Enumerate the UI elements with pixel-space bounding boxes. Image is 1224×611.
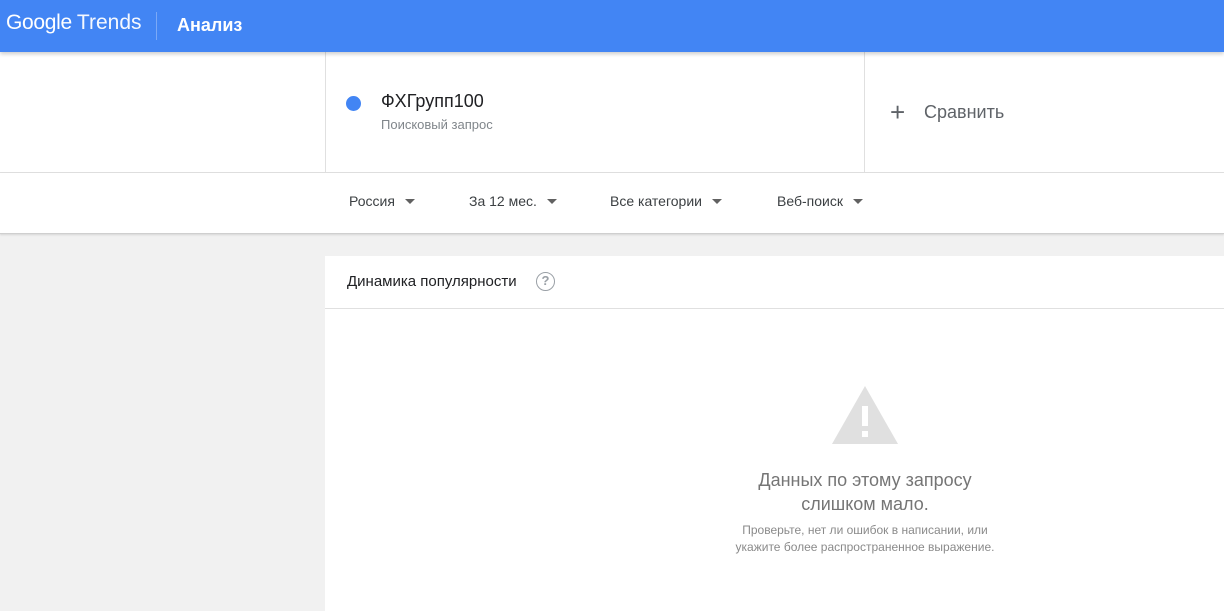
- period-value: За 12 мес.: [469, 193, 537, 209]
- app-header: Google Trends Анализ: [0, 0, 1224, 52]
- caret-down-icon: [546, 198, 557, 204]
- category-value: Все категории: [610, 193, 702, 209]
- period-dropdown[interactable]: За 12 мес.: [469, 193, 557, 209]
- warning-icon: [832, 386, 898, 444]
- search-term-name[interactable]: ФХГрупп100: [381, 91, 484, 112]
- term-color-dot: [346, 96, 361, 111]
- card-header: Динамика популярности ?: [325, 256, 1224, 309]
- card-title: Динамика популярности: [347, 273, 517, 290]
- filters-bar: Россия За 12 мес. Все категории Веб-поис…: [0, 173, 1224, 234]
- help-icon[interactable]: ?: [536, 272, 555, 291]
- search-term-type: Поисковый запрос: [381, 117, 493, 132]
- header-divider: [156, 12, 157, 40]
- no-data-line-1: Данных по этому запросу: [758, 470, 972, 490]
- search-type-dropdown[interactable]: Веб-поиск: [777, 193, 863, 209]
- interest-over-time-card: Динамика популярности ? Данных по этому …: [325, 256, 1224, 611]
- no-data-hint: Проверьте, нет ли ошибок в написании, ил…: [665, 522, 1065, 556]
- google-trends-logo[interactable]: Google Trends: [6, 11, 142, 37]
- no-data-line-2: слишком мало.: [801, 494, 929, 514]
- search-term-card[interactable]: ФХГрупп100 Поисковый запрос: [325, 52, 865, 173]
- compare-label: Сравнить: [924, 101, 1005, 122]
- no-data-hint-line-1: Проверьте, нет ли ошибок в написании, ил…: [742, 523, 988, 537]
- no-data-hint-line-2: укажите более распространенное выражение…: [735, 540, 995, 554]
- page-title: Анализ: [177, 15, 243, 35]
- explore-bar: ФХГрупп100 Поисковый запрос + Сравнить: [0, 52, 1224, 173]
- search-type-value: Веб-поиск: [777, 193, 843, 209]
- logo-google-text: Google: [6, 11, 72, 34]
- caret-down-icon: [404, 198, 415, 204]
- caret-down-icon: [711, 198, 722, 204]
- category-dropdown[interactable]: Все категории: [610, 193, 722, 209]
- logo-trends-text: Trends: [76, 11, 142, 34]
- region-value: Россия: [349, 193, 395, 209]
- no-data-message: Данных по этому запросу слишком мало.: [665, 468, 1065, 516]
- plus-icon: +: [890, 97, 906, 127]
- caret-down-icon: [852, 198, 863, 204]
- region-dropdown[interactable]: Россия: [349, 193, 415, 209]
- compare-button[interactable]: + Сравнить: [890, 97, 1005, 127]
